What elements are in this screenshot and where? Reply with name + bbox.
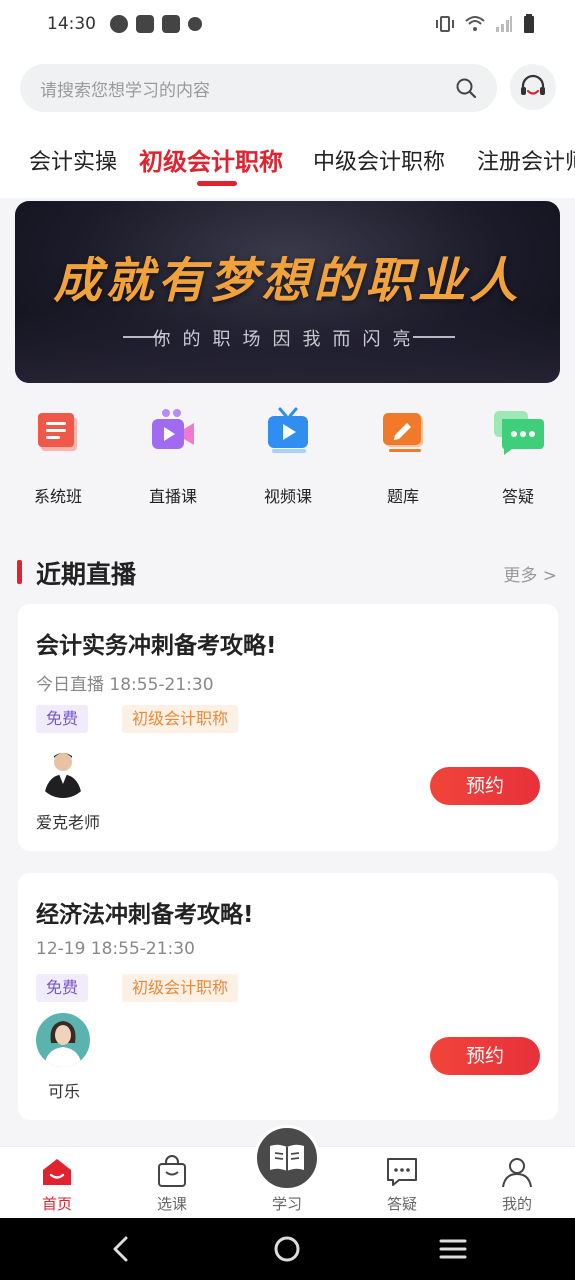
message-icon <box>385 1155 419 1189</box>
live-card[interactable]: 经济法冲刺备考攻略! 12-19 18:55-21:30 免费 初级会计职称 可… <box>18 873 558 1120</box>
category-tag: 初级会计职称 <box>122 974 239 1002</box>
nav-label: 首页 <box>41 1195 72 1213</box>
category-question-bank[interactable]: 题库 <box>358 405 448 507</box>
study-center-button[interactable] <box>254 1125 320 1191</box>
category-label: 系统班 <box>33 487 82 506</box>
search-input[interactable]: 请搜索您想学习的内容 <box>20 64 497 112</box>
search-placeholder: 请搜索您想学习的内容 <box>40 80 210 101</box>
vibrate-icon <box>436 16 454 32</box>
nav-q-and-a[interactable]: 答疑 <box>362 1155 442 1214</box>
category-label: 直播课 <box>148 487 197 506</box>
mail-icon <box>162 15 180 33</box>
avatar <box>36 744 90 798</box>
nav-label: 我的 <box>501 1195 532 1213</box>
category-live-class[interactable]: 直播课 <box>128 405 218 507</box>
open-book-icon <box>270 1144 304 1171</box>
tab-cpa[interactable]: 注册会计师 <box>477 144 575 176</box>
signal-icon <box>496 16 512 32</box>
category-tag: 初级会计职称 <box>122 705 239 733</box>
customer-service-button[interactable] <box>510 64 556 110</box>
back-icon[interactable] <box>106 1234 136 1264</box>
category-q-and-a[interactable]: 答疑 <box>473 405 563 507</box>
nav-course-select[interactable]: 选课 <box>132 1155 212 1214</box>
category-system-class[interactable]: 系统班 <box>13 405 103 507</box>
reserve-button[interactable]: 预约 <box>430 767 540 805</box>
wifi-icon <box>465 16 485 31</box>
category-label: 视频课 <box>263 487 312 506</box>
nav-label: 选课 <box>156 1195 187 1213</box>
tv-play-icon <box>262 405 314 457</box>
mail-icon <box>136 15 154 33</box>
nav-label: 答疑 <box>386 1195 417 1213</box>
search-icon[interactable] <box>455 77 477 99</box>
home-icon <box>40 1155 74 1189</box>
speed-icon <box>110 15 128 33</box>
book-icon <box>32 405 84 457</box>
nav-label: 学习 <box>271 1195 302 1213</box>
live-camera-icon <box>147 405 199 457</box>
tab-intermediate-accountant[interactable]: 中级会计职称 <box>313 144 445 176</box>
category-tabs: 会计实操 初级会计职称 中级会计职称 注册会计师 <box>0 138 575 188</box>
free-tag: 免费 <box>36 974 89 1002</box>
promo-banner[interactable]: 成就有梦想的职业人 你的职场因我而闪亮 <box>15 201 560 383</box>
section-title: 近期直播 <box>36 560 137 589</box>
section-accent-bar <box>17 560 22 584</box>
battery-icon <box>524 14 534 33</box>
status-bar: 14:30 <box>0 0 575 48</box>
teacher-name: 爱克老师 <box>36 813 101 832</box>
shield-icon <box>188 17 202 31</box>
banner-title: 成就有梦想的职业人 <box>53 253 522 309</box>
live-card[interactable]: 会计实务冲刺备考攻略! 今日直播 18:55-21:30 免费 初级会计职称 爱… <box>18 604 558 851</box>
tab-accounting-practice[interactable]: 会计实操 <box>29 144 117 176</box>
nav-profile[interactable]: 我的 <box>477 1155 557 1214</box>
live-card-time: 今日直播 18:55-21:30 <box>36 675 214 695</box>
status-indicators <box>435 14 535 34</box>
teacher-name: 可乐 <box>48 1082 81 1101</box>
tab-junior-accountant[interactable]: 初级会计职称 <box>139 142 283 177</box>
category-grid: 系统班 直播课 视频课 题库 答疑 <box>0 405 575 515</box>
system-nav-bar <box>0 1218 575 1280</box>
reserve-button[interactable]: 预约 <box>430 1037 540 1075</box>
live-card-title: 经济法冲刺备考攻略! <box>36 902 254 928</box>
live-card-time: 12-19 18:55-21:30 <box>36 939 195 959</box>
free-tag: 免费 <box>36 705 89 733</box>
nav-home[interactable]: 首页 <box>17 1155 97 1214</box>
home-button-icon[interactable] <box>272 1234 302 1264</box>
more-link[interactable]: 更多 > <box>503 561 557 586</box>
headset-icon <box>521 74 545 95</box>
shopping-bag-icon <box>155 1155 189 1189</box>
category-video-class[interactable]: 视频课 <box>243 405 333 507</box>
status-time: 14:30 <box>47 14 96 34</box>
banner-subtitle: 你的职场因我而闪亮 <box>152 329 423 350</box>
active-tab-indicator <box>197 181 237 186</box>
banner-divider <box>413 336 455 338</box>
edit-pad-icon <box>377 405 429 457</box>
category-label: 答疑 <box>501 487 534 506</box>
chat-bubble-icon <box>492 405 544 457</box>
menu-icon[interactable] <box>438 1234 468 1264</box>
category-label: 题库 <box>386 487 419 506</box>
live-card-title: 会计实务冲刺备考攻略! <box>36 633 277 659</box>
user-icon <box>500 1155 534 1189</box>
live-section-header: 近期直播 更多 > <box>0 550 575 594</box>
avatar <box>36 1013 90 1067</box>
